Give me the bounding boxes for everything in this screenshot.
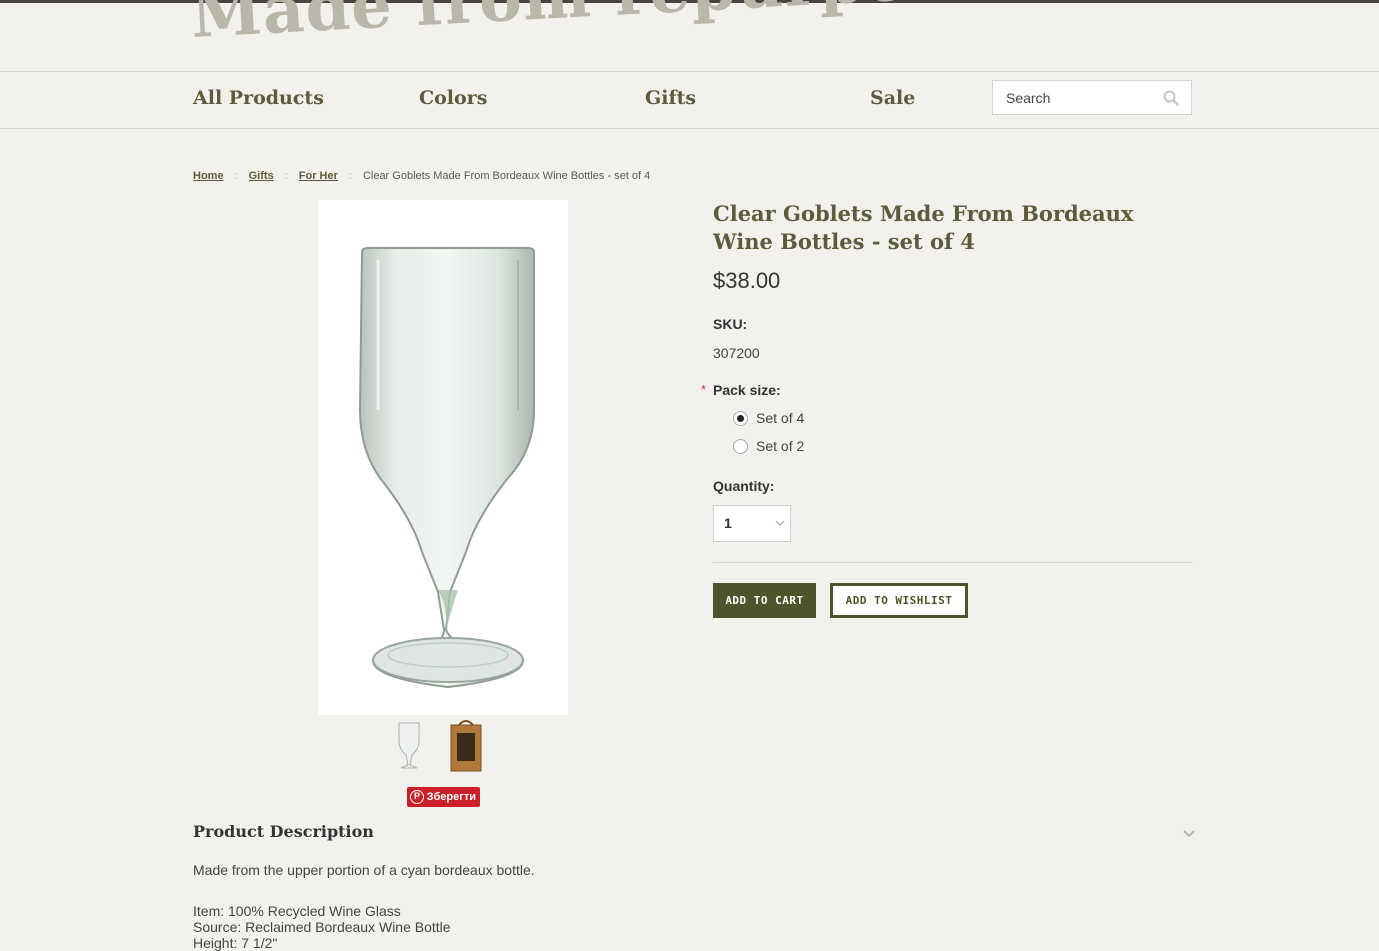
quantity-select[interactable]: 1	[713, 505, 791, 542]
breadcrumb: Home: Gifts: For Her: Clear Goblets Made Fr…	[193, 170, 650, 182]
product-description-title[interactable]: Product Description	[193, 822, 374, 841]
banner-text: Made from repurposed bottles	[193, 0, 1193, 53]
goblet-thumbnail-image	[398, 722, 420, 769]
thumbnail-goblet[interactable]	[384, 717, 434, 775]
pack-size-radio-set-of-2[interactable]	[733, 439, 748, 454]
product-price: $38.00	[713, 268, 781, 293]
chevron-down-icon	[775, 520, 785, 527]
breadcrumb-home[interactable]: Home	[193, 170, 224, 182]
search-icon[interactable]	[1163, 90, 1179, 106]
sku-label: SKU:	[713, 316, 748, 332]
breadcrumb-separator: :	[234, 170, 238, 182]
breadcrumb-separator: :	[348, 170, 352, 182]
description-line: Item: 100% Recycled Wine Glass	[193, 903, 401, 919]
pack-size-option-label[interactable]: Set of 2	[756, 438, 804, 454]
description-line: Height: 7 1/2"	[193, 935, 278, 951]
description-line: Source: Reclaimed Bordeaux Wine Bottle	[193, 919, 451, 935]
pinterest-save-label: Зберегти	[426, 791, 476, 803]
gift-box-thumbnail-image	[450, 720, 482, 772]
pack-size-radio-set-of-4[interactable]	[733, 411, 748, 426]
search-input[interactable]	[993, 81, 1163, 114]
breadcrumb-for-her[interactable]: For Her	[299, 170, 338, 182]
add-to-wishlist-button[interactable]: ADD TO WISHLIST	[830, 583, 968, 618]
pinterest-save-button[interactable]: P Зберегти	[407, 787, 480, 807]
quantity-value: 1	[724, 515, 732, 531]
description-intro: Made from the upper portion of a cyan bo…	[193, 862, 535, 878]
sku-value: 307200	[713, 345, 760, 361]
pinterest-icon: P	[410, 790, 424, 804]
pack-size-option-label[interactable]: Set of 4	[756, 410, 804, 426]
required-marker: *	[701, 382, 707, 397]
goblet-image	[358, 247, 535, 689]
chevron-down-icon[interactable]	[1182, 828, 1196, 840]
add-to-cart-button[interactable]: ADD TO CART	[713, 583, 816, 618]
nav-colors[interactable]: Colors	[419, 87, 487, 109]
breadcrumb-gifts[interactable]: Gifts	[249, 170, 274, 182]
header-divider-bottom	[0, 128, 1379, 129]
nav-gifts[interactable]: Gifts	[645, 87, 696, 109]
nav-all-products[interactable]: All Products	[193, 87, 324, 109]
breadcrumb-separator: :	[284, 170, 288, 182]
search-box	[992, 80, 1192, 115]
product-title: Clear Goblets Made From Bordeaux Wine Bo…	[713, 201, 1134, 254]
header-divider-top	[0, 71, 1379, 72]
product-divider	[713, 562, 1193, 563]
site-banner: Made from repurposed bottles	[193, 0, 1193, 68]
product-main-image[interactable]	[318, 200, 568, 715]
breadcrumb-current: Clear Goblets Made From Bordeaux Wine Bo…	[362, 170, 651, 182]
quantity-label: Quantity:	[713, 478, 775, 494]
pack-size-label: Pack size:	[713, 382, 781, 398]
thumbnail-gift-box[interactable]	[441, 717, 491, 775]
nav-sale[interactable]: Sale	[870, 87, 915, 109]
